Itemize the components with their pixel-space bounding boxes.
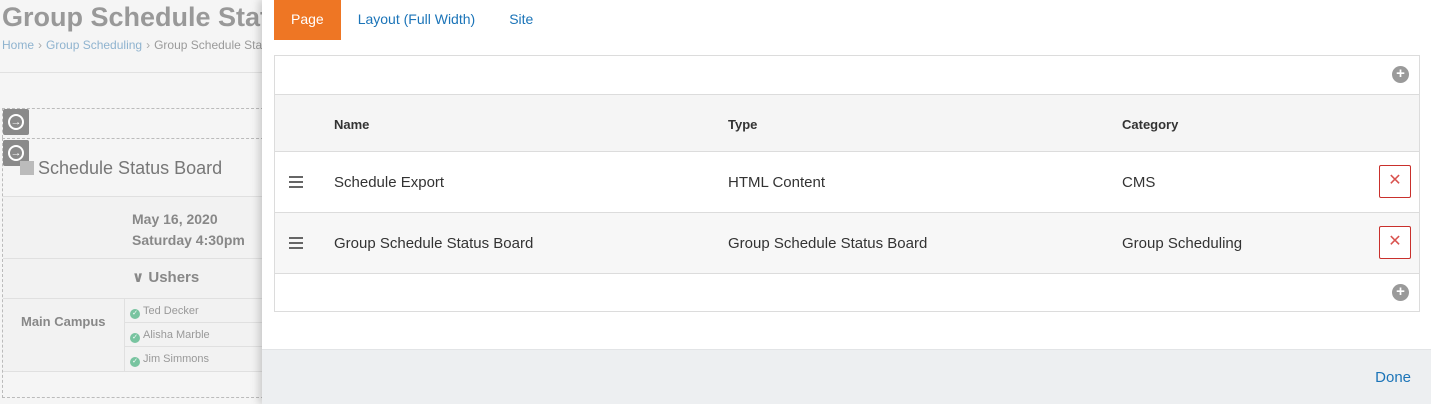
delete-button[interactable]: ✕ (1379, 226, 1411, 259)
schedule-datetime: May 16, 2020 Saturday 4:30pm (132, 209, 245, 251)
page-title: Group Schedule Stat (2, 2, 270, 32)
check-circle-icon: ✓ (130, 309, 140, 319)
zone-outline (2, 372, 264, 398)
breadcrumb-home[interactable]: Home (2, 38, 34, 52)
campus-label: Main Campus (21, 314, 106, 329)
schedule-time: Saturday 4:30pm (132, 232, 245, 248)
block-category: Group Scheduling (1122, 235, 1243, 252)
column-header-category[interactable]: Category (1122, 117, 1178, 132)
grid-header: Name Type Category (275, 94, 1419, 152)
block-name: Group Schedule Status Board (334, 235, 534, 252)
grid-actions-top: + (275, 56, 1419, 94)
check-circle-icon: ✓ (130, 357, 140, 367)
tab-layout[interactable]: Layout (Full Width) (341, 0, 492, 40)
block-title: Schedule Status Board (20, 158, 222, 179)
close-icon: ✕ (1388, 172, 1402, 189)
block-category: CMS (1122, 174, 1156, 191)
divider (125, 322, 263, 323)
person-item: ✓ Jim Simmons (130, 353, 209, 367)
grid-actions-bottom: + (275, 274, 1419, 312)
block-list-panel: Page Layout (Full Width) Site + Name Typ… (262, 0, 1431, 404)
person-item: ✓ Ted Decker (130, 305, 199, 319)
column-header-name[interactable]: Name (334, 117, 369, 132)
divider (3, 298, 263, 299)
tab-site[interactable]: Site (492, 0, 550, 40)
divider (124, 299, 125, 371)
block-type: HTML Content (728, 174, 825, 191)
schedule-date: May 16, 2020 (132, 211, 218, 227)
chevron-right-icon: › (38, 38, 43, 52)
divider (0, 72, 262, 73)
close-icon: ✕ (1388, 233, 1402, 250)
divider (125, 346, 263, 347)
tab-page[interactable]: Page (274, 0, 341, 40)
breadcrumb: Home › Group Scheduling › Group Schedule Sta (2, 38, 262, 52)
blocks-grid: + Name Type Category Schedule Export HTM… (274, 55, 1420, 312)
block-icon (20, 161, 34, 175)
zone-outline (2, 108, 264, 138)
check-circle-icon: ✓ (130, 333, 140, 343)
drag-handle-icon[interactable] (289, 176, 303, 188)
person-item: ✓ Alisha Marble (130, 329, 210, 343)
chevron-down-icon: ∨ (132, 269, 149, 286)
done-button[interactable]: Done (1375, 369, 1411, 386)
column-header-type[interactable]: Type (728, 117, 757, 132)
block-name: Schedule Export (334, 174, 445, 191)
table-row[interactable]: Schedule Export HTML Content CMS ✕ (275, 152, 1419, 213)
zone-tabs: Page Layout (Full Width) Site (274, 0, 550, 40)
add-block-icon[interactable]: + (1392, 284, 1409, 301)
breadcrumb-group-scheduling[interactable]: Group Scheduling (46, 38, 142, 52)
delete-button[interactable]: ✕ (1379, 165, 1411, 198)
group-header: ∨ Ushers (132, 269, 200, 286)
divider (3, 258, 263, 259)
table-row[interactable]: Group Schedule Status Board Group Schedu… (275, 213, 1419, 274)
move-block-icon[interactable]: → (3, 109, 29, 135)
block-type: Group Schedule Status Board (728, 235, 928, 252)
breadcrumb-current: Group Schedule Sta (154, 38, 263, 52)
modal-footer: Done (262, 349, 1431, 404)
add-block-icon[interactable]: + (1392, 66, 1409, 83)
drag-handle-icon[interactable] (289, 237, 303, 249)
chevron-right-icon: › (146, 38, 151, 52)
